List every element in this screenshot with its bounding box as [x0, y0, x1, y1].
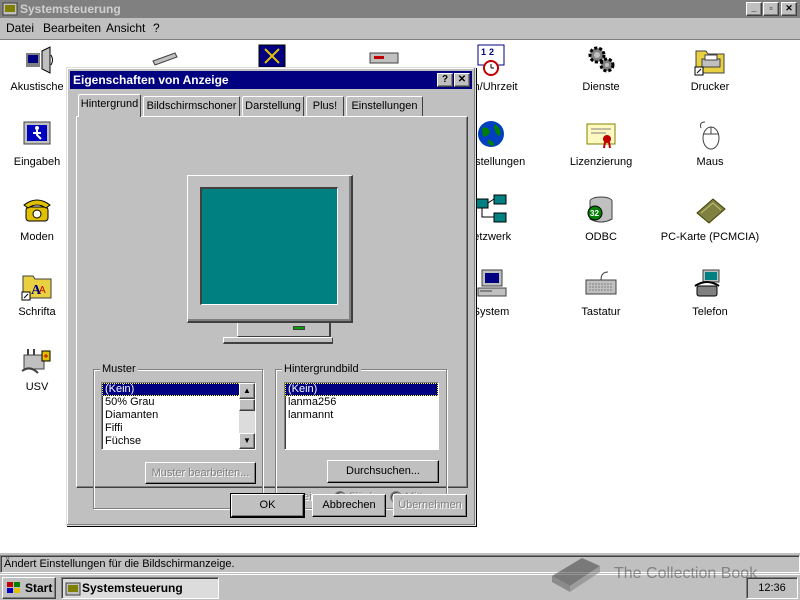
cp-item-label: Telefon: [692, 306, 728, 318]
gears-icon: [584, 43, 618, 77]
telephone-icon: [20, 193, 54, 227]
pc-card-icon: [693, 193, 727, 227]
task-button-systemsteuerung[interactable]: Systemsteuerung: [61, 577, 219, 599]
list-item[interactable]: Diamanten: [102, 409, 255, 422]
cp-item-pc-karte[interactable]: PC-Karte (PCMCIA): [660, 193, 760, 243]
database-icon: 32: [584, 193, 618, 227]
mouse-icon: [693, 118, 727, 152]
desktop-preview-screen: [200, 187, 338, 305]
cp-item-maus[interactable]: Maus: [660, 118, 760, 168]
cp-item-tastatur[interactable]: Tastatur: [551, 268, 651, 318]
start-button[interactable]: Start: [2, 577, 56, 599]
monitor-preview: [187, 175, 353, 323]
monitor-power-led: [293, 326, 305, 330]
tab-plus[interactable]: Plus!: [306, 96, 344, 116]
watermark: The Collection Book: [548, 552, 798, 592]
speaker-icon: [20, 43, 54, 77]
svg-text:1: 1: [481, 47, 486, 57]
list-item[interactable]: (Kein): [102, 383, 255, 396]
muster-listbox[interactable]: (Kein) 50% Grau Diamanten Fiffi Füchse ▲…: [101, 382, 256, 450]
start-label: Start: [25, 581, 53, 595]
list-item[interactable]: lanmannt: [285, 409, 438, 422]
list-item[interactable]: 50% Grau: [102, 396, 255, 409]
windows-logo-icon: [7, 582, 20, 593]
printer-folder-icon: [693, 43, 727, 77]
cp-item-label: Maus: [696, 156, 724, 168]
certificate-icon: [584, 118, 618, 152]
computer-icon: [474, 268, 508, 302]
scroll-down-arrow-icon[interactable]: ▼: [239, 433, 255, 449]
cp-item-label: Dienste: [582, 81, 620, 93]
keyboard-icon: [584, 268, 618, 302]
durchsuchen-button[interactable]: Durchsuchen...: [327, 460, 439, 483]
menu-help[interactable]: ?: [153, 19, 160, 38]
svg-text:A: A: [39, 285, 46, 296]
list-item[interactable]: lanma256: [285, 396, 438, 409]
monitor-stand-base: [223, 337, 333, 344]
network-icon: [474, 193, 508, 227]
watermark-text: The Collection Book: [614, 565, 758, 582]
svg-text:2: 2: [489, 47, 494, 57]
hintergrundbild-listbox[interactable]: (Kein) lanma256 lanmannt: [284, 382, 439, 450]
phone-computer-icon: [693, 268, 727, 302]
cp-item-telefon[interactable]: Telefon: [660, 268, 760, 318]
scroll-thumb[interactable]: [239, 399, 255, 411]
fonts-folder-icon: AA: [20, 268, 54, 302]
apply-button[interactable]: Übernehmen: [393, 494, 467, 517]
globe-icon: [474, 118, 508, 152]
muster-group: Muster (Kein) 50% Grau Diamanten Fiffi F…: [93, 362, 263, 509]
tab-einstellungen[interactable]: Einstellungen: [346, 96, 423, 116]
tab-darstellung[interactable]: Darstellung: [242, 96, 304, 116]
menu-datei[interactable]: Datei: [6, 19, 34, 38]
cp-item-odbc[interactable]: 32 ODBC: [551, 193, 651, 243]
muster-bearbeiten-button[interactable]: Muster bearbeiten...: [145, 462, 256, 484]
cancel-button[interactable]: Abbrechen: [312, 494, 386, 517]
hintergrundbild-group: Hintergrundbild (Kein) lanma256 lanmannt…: [275, 362, 447, 509]
dialog-title-text: Eigenschaften von Anzeige: [73, 73, 229, 87]
scroll-up-arrow-icon[interactable]: ▲: [239, 383, 255, 399]
cp-item-label: Tastatur: [581, 306, 621, 318]
cp-item-lizenzierung[interactable]: Lizenzierung: [551, 118, 651, 168]
cp-item-drucker[interactable]: Drucker: [660, 43, 760, 93]
close-button[interactable]: ✕: [781, 2, 797, 16]
tab-panel-hintergrund: Muster (Kein) 50% Grau Diamanten Fiffi F…: [76, 116, 468, 509]
dialog-title-bar[interactable]: Eigenschaften von Anzeige ? ✕: [70, 71, 472, 89]
ups-icon: [20, 343, 54, 377]
muster-scrollbar[interactable]: ▲ ▼: [239, 383, 255, 449]
monitor-stand-neck: [237, 323, 331, 337]
minimize-button[interactable]: _: [746, 2, 762, 16]
list-item[interactable]: Füchse: [102, 435, 255, 448]
maximize-button[interactable]: ▫: [763, 2, 779, 16]
main-title-text: Systemsteuerung: [20, 2, 121, 16]
list-item[interactable]: (Kein): [285, 383, 438, 396]
cp-item-dienste[interactable]: Dienste: [551, 43, 651, 93]
ok-button[interactable]: OK: [230, 493, 305, 518]
accessibility-icon: [20, 118, 54, 152]
dialog-close-button[interactable]: ✕: [454, 73, 470, 87]
control-panel-app-icon: [2, 2, 18, 16]
svg-text:32: 32: [590, 209, 599, 218]
menu-bearbeiten[interactable]: Bearbeiten: [43, 19, 101, 38]
cp-item-label: Lizenzierung: [569, 156, 633, 168]
help-button[interactable]: ?: [437, 73, 453, 87]
hintergrundbild-group-label: Hintergrundbild: [282, 362, 361, 376]
calendar-clock-icon: 12: [474, 43, 508, 77]
book-logo-icon: [552, 558, 600, 592]
menu-bar: Datei Bearbeiten Ansicht ?: [0, 19, 800, 38]
cp-item-label: Drucker: [690, 81, 730, 93]
tab-bildschirmschoner[interactable]: Bildschirmschoner: [143, 96, 240, 116]
list-item[interactable]: Fiffi: [102, 422, 255, 435]
menu-ansicht[interactable]: Ansicht: [106, 19, 145, 38]
tab-hintergrund[interactable]: Hintergrund: [78, 94, 141, 117]
cp-item-label: ODBC: [585, 231, 617, 243]
control-panel-task-icon: [65, 582, 81, 596]
cp-item-label: PC-Karte (PCMCIA): [660, 231, 760, 243]
main-title-bar[interactable]: Systemsteuerung _ ▫ ✕: [0, 0, 800, 18]
task-label: Systemsteuerung: [82, 581, 183, 595]
muster-group-label: Muster: [100, 362, 138, 376]
display-properties-dialog: Eigenschaften von Anzeige ? ✕ Hintergrun…: [66, 67, 476, 526]
